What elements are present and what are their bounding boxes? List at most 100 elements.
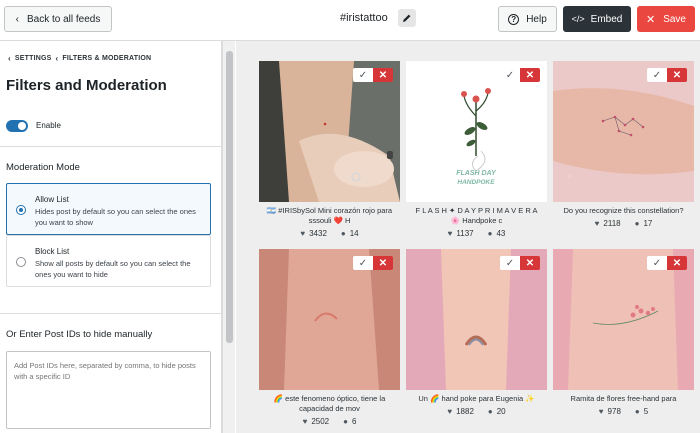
help-button[interactable]: ? Help	[498, 6, 557, 32]
approve-button[interactable]: ✓	[500, 68, 520, 82]
reject-button[interactable]: ✕	[373, 68, 393, 82]
post-image[interactable]: FLASH DAY HANDPOKE	[406, 61, 547, 202]
reject-button[interactable]: ✕	[520, 256, 540, 270]
option-title: Block List	[35, 247, 70, 256]
heart-icon: ♥	[447, 229, 453, 238]
caption-line: sssouli ❤️ H	[308, 216, 351, 225]
radio-button[interactable]	[16, 205, 26, 215]
toggle-knob	[18, 122, 26, 130]
radio-button[interactable]	[16, 257, 26, 267]
post-caption: 🌈 este fenomeno óptico, tiene la capacid…	[259, 394, 400, 414]
close-icon: ✕	[525, 69, 535, 81]
post-image[interactable]	[259, 249, 400, 390]
reject-button[interactable]: ✕	[667, 68, 687, 82]
allow-list-option[interactable]: Allow List Hides post by default so you …	[6, 183, 211, 235]
comment-icon: ●	[343, 417, 348, 426]
close-icon: ✕	[672, 257, 682, 269]
feed-name: #iristattoo	[340, 12, 388, 24]
post-ids-heading: Or Enter Post IDs to hide manually	[6, 329, 153, 340]
breadcrumb: ‹ SETTINGS ‹ FILTERS & MODERATION	[8, 54, 151, 63]
enable-label: Enable	[36, 121, 61, 130]
post-stats: ♥ 978 ● 5	[553, 407, 694, 416]
feed-preview: ✓ ✕ 🇦🇷 #IRISbySol Mini corazón rojo para…	[236, 41, 700, 433]
breadcrumb-filters[interactable]: FILTERS & MODERATION	[62, 55, 151, 62]
heart-icon: ♥	[300, 229, 306, 238]
page-title: Filters and Moderation	[6, 77, 167, 94]
close-icon: ✕	[378, 69, 388, 81]
moderation-buttons: ✓ ✕	[647, 68, 687, 82]
comment-icon: ●	[634, 407, 640, 416]
back-to-feeds-button[interactable]: ‹ Back to all feeds	[4, 6, 112, 32]
post-stats: ♥ 1137 ● 43	[406, 229, 547, 238]
post-stats: ♥ 2502 ● 6	[259, 417, 400, 426]
comment-icon: ●	[487, 229, 493, 238]
help-label: Help	[526, 13, 547, 25]
comment-icon: ●	[634, 219, 640, 228]
option-title: Allow List	[35, 195, 69, 204]
post-caption: Ramita de flores free-hand para	[553, 394, 694, 404]
block-list-option[interactable]: Block List Show all posts by default so …	[6, 235, 211, 287]
chevron-left-icon: ‹	[55, 54, 59, 63]
like-count: 1882	[456, 407, 474, 416]
like-count: 1137	[456, 229, 474, 238]
post-image[interactable]	[406, 249, 547, 390]
like-count: 3432	[309, 229, 327, 238]
heart-icon: ♥	[598, 407, 604, 416]
comment-count: 6	[351, 417, 357, 426]
watermark: ◦	[567, 173, 573, 183]
caption-line: capacidad de mov	[299, 404, 360, 413]
edit-feed-name-button[interactable]	[398, 9, 416, 27]
post-ids-input[interactable]	[6, 351, 211, 429]
post-stats: ♥ 2118 ● 17	[553, 219, 694, 228]
embed-button[interactable]: </> Embed	[563, 6, 631, 32]
flash-text: FLASH DAY	[456, 170, 497, 177]
option-description: Hides post by default so you can select …	[35, 207, 196, 227]
code-icon: </>	[571, 14, 585, 24]
approve-button[interactable]: ✓	[647, 68, 667, 82]
approve-button[interactable]: ✓	[647, 256, 667, 270]
post-caption: Do you recognize this constellation?	[553, 206, 694, 216]
option-description: Show all posts by default so you can sel…	[35, 259, 191, 279]
caption-line: 🌈 este fenomeno óptico, tiene la	[273, 394, 386, 403]
moderation-buttons: ✓ ✕	[500, 256, 540, 270]
check-icon: ✓	[652, 69, 662, 81]
comment-count: 5	[643, 407, 649, 416]
divider	[0, 146, 221, 147]
check-icon: ✓	[652, 257, 662, 269]
post-image[interactable]	[259, 61, 400, 202]
caption-line: Ramita de flores free-hand para	[570, 394, 677, 403]
comment-count: 43	[496, 229, 506, 238]
approve-button[interactable]: ✓	[500, 256, 520, 270]
heart-icon: ♥	[594, 219, 600, 228]
comment-count: 20	[496, 407, 506, 416]
approve-button[interactable]: ✓	[353, 68, 373, 82]
breadcrumb-settings[interactable]: SETTINGS	[15, 55, 52, 62]
save-label: Save	[663, 13, 686, 25]
check-icon: ✓	[358, 257, 368, 269]
reject-button[interactable]: ✕	[667, 256, 687, 270]
chevron-left-icon: ‹	[15, 13, 19, 25]
post-image[interactable]	[553, 249, 694, 390]
moderation-buttons: ✓ ✕	[647, 256, 687, 270]
close-icon: ✕	[645, 13, 656, 26]
comment-count: 14	[349, 229, 359, 238]
reject-button[interactable]: ✕	[373, 256, 393, 270]
like-count: 2118	[603, 219, 621, 228]
moderation-buttons: ✓ ✕	[353, 68, 393, 82]
approve-button[interactable]: ✓	[353, 256, 373, 270]
like-count: 978	[607, 407, 621, 416]
comment-count: 17	[643, 219, 653, 228]
pencil-icon	[403, 14, 411, 22]
caption-line: Do you recognize this constellation?	[563, 206, 684, 215]
sidebar-scrollbar[interactable]	[222, 41, 235, 433]
embed-label: Embed	[590, 13, 623, 25]
scroll-thumb[interactable]	[226, 51, 233, 343]
heart-icon: ♥	[447, 407, 453, 416]
reject-button[interactable]: ✕	[520, 68, 540, 82]
caption-line: 🇦🇷 #IRISbySol Mini corazón rojo para	[266, 206, 393, 215]
flash-text: HANDPOKE	[457, 179, 495, 186]
close-icon: ✕	[378, 257, 388, 269]
enable-toggle[interactable]	[6, 120, 28, 132]
post-image[interactable]: ◦	[553, 61, 694, 202]
save-button[interactable]: ✕ Save	[637, 6, 695, 32]
